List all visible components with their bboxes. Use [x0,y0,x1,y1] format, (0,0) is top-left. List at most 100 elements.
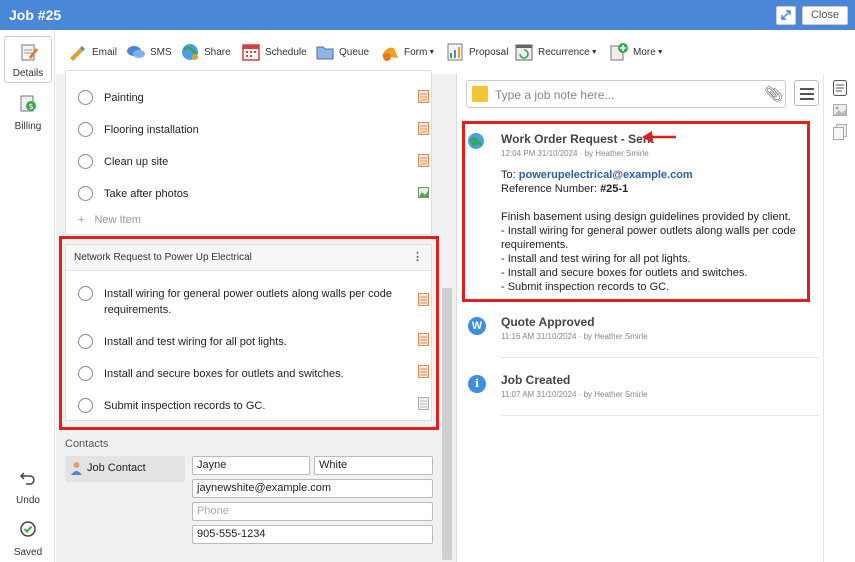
queue-button[interactable]: Queue [315,40,369,64]
sticky-note-icon [472,86,488,102]
schedule-label: Schedule [265,46,307,58]
new-item-label: New Item [94,214,141,226]
more-button[interactable]: More ▼ [609,40,664,64]
task-label: Take after photos [104,188,189,200]
arrow-annotation-icon [642,131,676,143]
nav-details-label: Details [12,68,44,79]
expand-icon [781,10,791,20]
activity-meta: 11:07 AM 31/10/2024 · by Heather Smirle [501,390,648,399]
documents-filter-icon[interactable] [833,124,847,140]
more-caret-icon: ▼ [656,48,664,56]
list-item: Clean up site [66,148,436,176]
sms-label: SMS [150,46,172,58]
divider [501,415,819,416]
toolbar: Email SMS Share Schedule Queue Form ▼ Pro… [56,30,855,74]
scrollbar[interactable] [442,288,452,560]
contacts-heading: Contacts [65,438,109,450]
saved-label: Saved [13,547,43,558]
mobile-field[interactable]: 905-555-1234 [192,525,433,544]
queue-label: Queue [339,46,370,58]
more-label: More [633,46,656,58]
proposal-button[interactable]: Proposal [445,40,508,64]
email-field[interactable]: jaynewshite@example.com [192,479,433,498]
list-item: Flooring installation [66,116,436,144]
form-caret-icon: ▼ [428,48,436,56]
checklist-card: Painting Flooring installation Clean up … [65,70,432,235]
document-icon[interactable] [418,90,429,103]
highlight-box [462,121,810,302]
task-label: Flooring installation [104,124,199,136]
clipboard-edit-icon [21,44,38,61]
form-button[interactable]: Form ▼ [380,40,435,64]
task-checkbox[interactable] [78,154,93,169]
share-globe-icon [182,44,199,60]
divider [501,357,819,358]
task-checkbox[interactable] [78,90,93,105]
recurrence-label: Recurrence [538,46,590,58]
share-label: Share [204,46,231,58]
activity-pane: Type a job note here... 📎︎ Work Order Re… [456,74,823,562]
activity-author: by Heather Smirle [583,332,648,341]
filter-button[interactable] [794,80,819,106]
activity-item: W Quote Approved 11:16 AM 31/10/2024 · b… [465,312,819,360]
document-icon[interactable] [418,154,429,167]
attachment-icon[interactable]: 📎︎ [764,85,783,103]
more-plus-icon [610,43,628,61]
nav-billing[interactable]: $ Billing [4,88,52,135]
details-pane: Painting Flooring installation Clean up … [56,70,456,562]
proposal-chart-icon [447,43,463,61]
note-placeholder: Type a job note here... [495,88,615,102]
email-label: Email [92,46,118,58]
note-input[interactable]: Type a job note here... 📎︎ [466,80,786,108]
word-doc-icon: W [468,317,486,335]
notes-filter-icon[interactable] [833,80,847,96]
undo-icon [19,472,35,485]
nav-billing-label: Billing [14,121,42,132]
first-name-field[interactable]: Jayne [192,456,310,475]
recurrence-icon [515,44,533,61]
title-bar: Job #25 Close [0,0,855,30]
left-nav: Details $ Billing Undo Saved [0,30,55,562]
info-icon: i [468,375,486,393]
activity-title: Job Created [501,373,571,387]
calendar-icon [242,44,260,61]
share-button[interactable]: Share [180,40,231,64]
photo-icon[interactable] [418,186,429,199]
person-icon [71,462,82,475]
list-item: Painting [66,84,436,112]
list-item: Take after photos [66,180,436,208]
new-item-button[interactable]: + New Item [78,214,141,226]
sms-button[interactable]: SMS [126,40,172,64]
email-button[interactable]: Email [68,40,117,64]
svg-text:$: $ [29,102,34,111]
folder-icon [316,46,334,60]
saved-check-icon [20,521,36,537]
job-contact-label: Job Contact [87,462,146,474]
saved-status: Saved [4,514,52,561]
undo-button[interactable]: Undo [4,462,52,509]
task-checkbox[interactable] [78,186,93,201]
highlight-box [59,236,439,430]
job-contact-tab[interactable]: Job Contact [65,456,185,482]
activity-filter-column [823,74,855,562]
expand-button[interactable] [776,6,796,25]
nav-details[interactable]: Details [4,36,52,83]
activity-author: by Heather Smirle [583,390,648,399]
task-label: Painting [104,92,144,104]
task-checkbox[interactable] [78,122,93,137]
form-label: Form [404,46,428,58]
phone-field[interactable]: Phone [192,502,433,521]
activity-time: 11:16 AM 31/10/2024 [501,332,577,341]
sms-chat-icon [127,46,145,58]
proposal-label: Proposal [469,46,509,58]
task-label: Clean up site [104,156,169,168]
image-filter-icon[interactable] [833,102,847,118]
last-name-field[interactable]: White [314,456,433,475]
activity-item: i Job Created 11:07 AM 31/10/2024 · by H… [465,370,819,418]
form-icon [382,47,398,61]
activity-time: 11:07 AM 31/10/2024 [501,390,577,399]
recurrence-button[interactable]: Recurrence ▼ [514,40,598,64]
close-button[interactable]: Close [802,6,848,25]
document-icon[interactable] [418,122,429,135]
schedule-button[interactable]: Schedule [241,40,307,64]
